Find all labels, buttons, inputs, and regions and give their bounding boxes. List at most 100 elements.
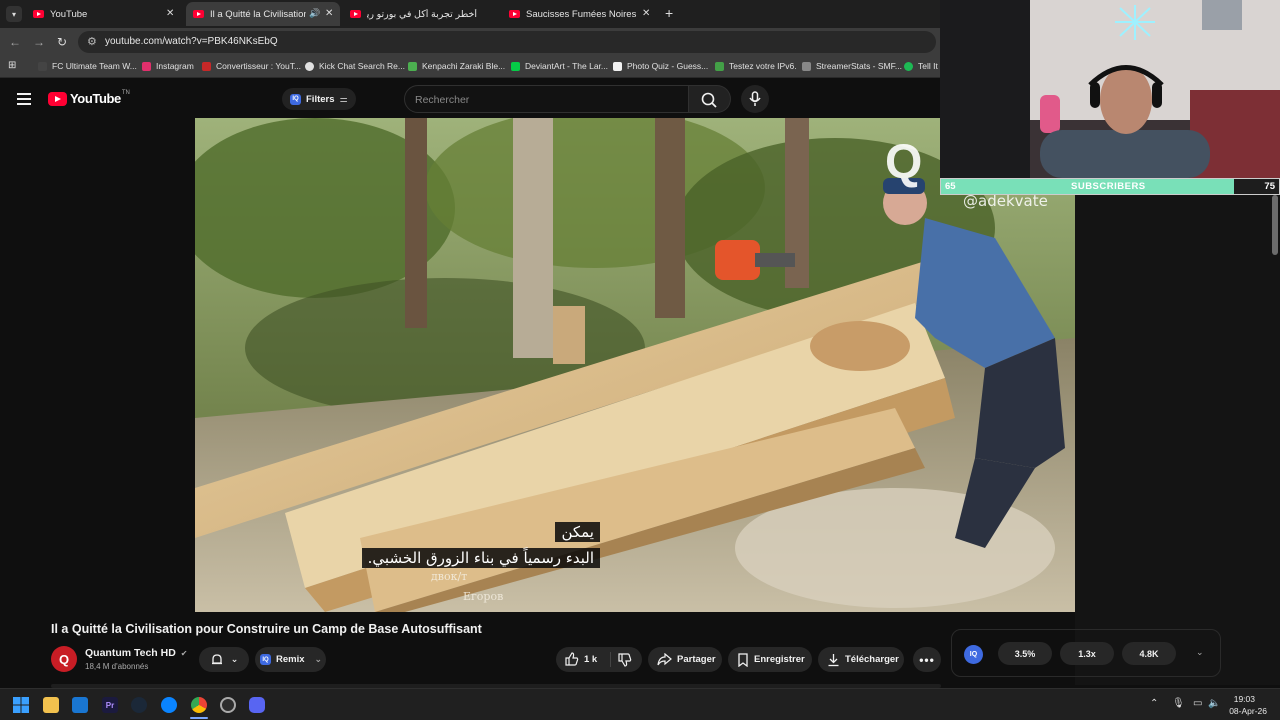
windows-taskbar: Pr ⌃ 🎙 ▭ 🔈 19:03 08-Apr-26 bbox=[0, 688, 1280, 720]
chevron-down-icon: ⌄ bbox=[230, 654, 239, 664]
page-scrollbar[interactable] bbox=[1272, 195, 1278, 255]
youtube-favicon-icon bbox=[350, 10, 361, 18]
download-button[interactable]: Télécharger bbox=[818, 647, 904, 672]
video-title: Il a Quitté la Civilisation pour Constru… bbox=[51, 622, 482, 636]
network-icon[interactable]: ▭ bbox=[1193, 698, 1202, 709]
bookmark-item[interactable]: Tell It bbox=[904, 61, 938, 71]
url-text[interactable]: youtube.com/watch?v=PBK46NKsEbQ bbox=[105, 36, 278, 47]
download-icon bbox=[828, 653, 839, 666]
channel-name[interactable]: Quantum Tech HD ✔ bbox=[85, 647, 187, 659]
search-button[interactable] bbox=[689, 85, 731, 113]
steam-icon[interactable] bbox=[131, 697, 147, 713]
divider bbox=[610, 652, 611, 667]
speaker-icon[interactable]: 🔊 bbox=[309, 8, 320, 19]
microphone-tray-icon[interactable]: 🎙 bbox=[1172, 698, 1185, 709]
clock-date[interactable]: 08-Apr-26 bbox=[1229, 706, 1267, 716]
stat-pill[interactable]: 1.3x bbox=[1060, 642, 1114, 665]
battle-net-icon[interactable] bbox=[161, 697, 177, 713]
bookmark-icon bbox=[738, 652, 748, 667]
apps-grid-icon[interactable]: ⊞ bbox=[8, 60, 16, 71]
tab-search-dropdown[interactable]: ▾ bbox=[6, 6, 22, 22]
sliders-icon: ⚌ bbox=[339, 93, 348, 104]
share-button[interactable]: Partager bbox=[648, 647, 722, 672]
site-info-icon[interactable]: ⚙ bbox=[87, 35, 97, 48]
more-actions-button[interactable]: ••• bbox=[913, 647, 941, 672]
like-button[interactable]: 1 k bbox=[564, 652, 597, 666]
menu-icon[interactable] bbox=[17, 93, 31, 105]
forward-arrow-icon[interactable]: → bbox=[33, 35, 45, 49]
outlook-icon[interactable] bbox=[72, 697, 88, 713]
bookmark-item[interactable]: Photo Quiz - Guess... bbox=[613, 61, 708, 71]
stat-pill[interactable]: 4.8K bbox=[1122, 642, 1176, 665]
bookmark-item[interactable]: DeviantArt - The Lar... bbox=[511, 61, 608, 71]
bookmark-item[interactable]: Testez votre IPv6. bbox=[715, 61, 797, 71]
stat-pill[interactable]: 3.5% bbox=[998, 642, 1052, 665]
caption-line: يمكن bbox=[555, 522, 600, 542]
save-button[interactable]: Enregistrer bbox=[728, 647, 812, 672]
bookmark-item[interactable]: FC Ultimate Team W... bbox=[38, 61, 137, 71]
bookmark-favicon-icon bbox=[202, 61, 211, 71]
chevron-down-icon: ⌄ bbox=[314, 654, 323, 664]
youtube-favicon-icon bbox=[33, 10, 44, 18]
chrome-icon[interactable] bbox=[191, 697, 207, 713]
subscriber-current-count: 65 bbox=[945, 181, 956, 192]
back-arrow-icon[interactable]: ← bbox=[9, 35, 21, 49]
verified-badge-icon: ✔ bbox=[180, 649, 188, 658]
bell-icon bbox=[211, 653, 222, 664]
svg-text:Q: Q bbox=[885, 136, 922, 189]
notification-bell-button[interactable]: ⌄ bbox=[199, 647, 249, 672]
tab-title: Il a Quitté la Civilisation po bbox=[210, 8, 306, 20]
search-box bbox=[404, 85, 689, 113]
search-icon bbox=[701, 92, 717, 108]
bookmark-item[interactable]: Instagram bbox=[142, 61, 194, 71]
close-tab-icon[interactable]: ✕ bbox=[325, 8, 333, 19]
premiere-pro-icon[interactable]: Pr bbox=[102, 697, 118, 713]
volume-icon[interactable]: 🔈 bbox=[1208, 698, 1220, 709]
stats-panel: IQ 3.5% 1.3x 4.8K ⌄ bbox=[951, 629, 1221, 677]
youtube-logo[interactable]: YouTube TN bbox=[48, 90, 130, 106]
thumbs-up-icon bbox=[565, 652, 579, 666]
tab-arabic-video[interactable]: أخطر تجربة أكل في بورتو ريكو... bbox=[344, 2, 500, 26]
cyrillic-watermark: Егоров bbox=[463, 590, 504, 603]
windows-start-icon[interactable] bbox=[13, 697, 29, 713]
checkmark-icon bbox=[715, 61, 724, 71]
file-explorer-icon[interactable] bbox=[43, 697, 59, 713]
reload-icon[interactable]: ↻ bbox=[57, 35, 67, 49]
discord-icon[interactable] bbox=[249, 697, 265, 713]
bookmark-favicon-icon bbox=[904, 61, 913, 71]
iq-extension-icon: IQ bbox=[260, 654, 271, 665]
address-bar[interactable]: ⚙ youtube.com/watch?v=PBK46NKsEbQ bbox=[78, 31, 936, 53]
secondary-column bbox=[1075, 195, 1280, 685]
filters-button[interactable]: IQ Filters ⚌ bbox=[282, 88, 356, 110]
active-app-indicator bbox=[190, 717, 208, 719]
tab-current-video[interactable]: Il a Quitté la Civilisation po 🔊 ✕ bbox=[186, 2, 340, 26]
chevron-down-icon[interactable]: ⌄ bbox=[1196, 647, 1204, 658]
youtube-favicon-icon bbox=[193, 10, 204, 18]
close-tab-icon[interactable]: ✕ bbox=[166, 8, 174, 19]
more-horizontal-icon: ••• bbox=[919, 652, 935, 667]
voice-search-button[interactable] bbox=[741, 85, 769, 113]
subscriber-goal-bar: 65 SUBSCRIBERS 75 bbox=[940, 178, 1280, 195]
dislike-button[interactable] bbox=[617, 653, 632, 670]
new-tab-button[interactable]: + bbox=[665, 5, 673, 21]
tab-title: Saucisses Fumées Noires Bushi bbox=[526, 8, 638, 20]
channel-avatar[interactable]: Q bbox=[51, 646, 77, 672]
bookmark-item[interactable]: StreamerStats - SMF... bbox=[802, 61, 902, 71]
close-tab-icon[interactable]: ✕ bbox=[642, 8, 650, 19]
obs-icon[interactable] bbox=[220, 697, 236, 713]
navigation-bar: ← → ↻ ⚙ youtube.com/watch?v=PBK46NKsEbQ bbox=[0, 28, 940, 56]
search-input[interactable] bbox=[415, 92, 675, 108]
bookmark-item[interactable]: Kenpachi Zaraki Ble... bbox=[408, 61, 505, 71]
bookmark-favicon-icon bbox=[305, 61, 314, 71]
bookmark-item[interactable]: Convertisseur : YouT... bbox=[202, 61, 301, 71]
clock-time[interactable]: 19:03 bbox=[1234, 694, 1255, 704]
remix-button[interactable]: IQ Remix ⌄ bbox=[255, 647, 326, 672]
tab-saucisses[interactable]: Saucisses Fumées Noires Bushi ✕ bbox=[504, 2, 656, 26]
chevron-up-icon[interactable]: ⌃ bbox=[1150, 698, 1158, 709]
subscriber-goal-label: SUBSCRIBERS bbox=[1071, 181, 1146, 192]
tab-youtube[interactable]: YouTube ✕ bbox=[26, 2, 182, 26]
bookmark-favicon-icon bbox=[408, 61, 417, 71]
bookmarks-bar: ⊞ FC Ultimate Team W... Instagram Conver… bbox=[0, 56, 940, 78]
youtube-favicon-icon bbox=[509, 10, 520, 18]
bookmark-item[interactable]: Kick Chat Search Re... bbox=[305, 61, 405, 71]
